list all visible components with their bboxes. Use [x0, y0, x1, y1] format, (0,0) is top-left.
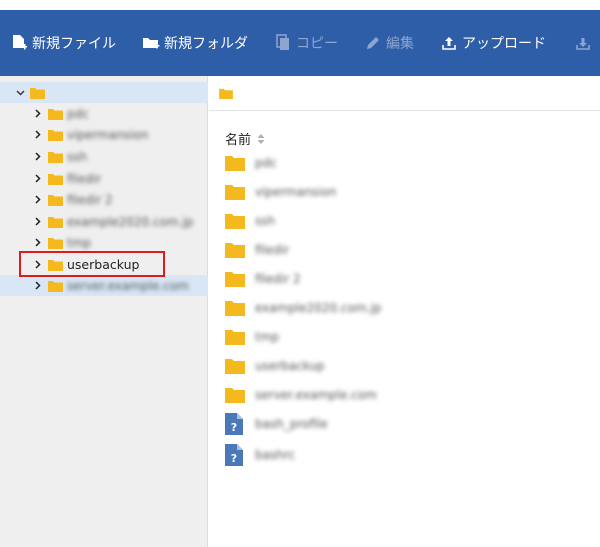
list-item[interactable]: filedir 2: [225, 268, 301, 290]
list-item-label: tmp: [255, 330, 280, 344]
edit-label: 編集: [386, 36, 414, 52]
toolbar: 新規ファイル 新規フォルダ コピー 編集 アップロード: [0, 10, 600, 76]
chevron-right-icon[interactable]: [32, 194, 44, 206]
unknown-file-icon: ?: [225, 413, 243, 435]
copy-icon: [274, 34, 292, 52]
folder-icon: [48, 280, 63, 292]
chevron-right-icon[interactable]: [32, 280, 44, 292]
folder-tree-sidebar: pdc vipermansion ssh filedir filedir 2 e…: [0, 76, 208, 547]
folder-icon: [48, 194, 63, 206]
list-item[interactable]: userbackup: [225, 355, 325, 377]
folder-icon: [225, 243, 245, 258]
list-item[interactable]: ssh: [225, 210, 275, 232]
new-folder-label: 新規フォルダ: [164, 36, 248, 52]
tree-item-label: vipermansion: [67, 127, 149, 142]
upload-icon: [440, 34, 458, 52]
list-item-label: bashrc: [255, 448, 296, 462]
new-folder-icon: [142, 34, 160, 52]
chevron-right-icon[interactable]: [32, 216, 44, 228]
tree-item[interactable]: pdc: [0, 103, 208, 124]
chevron-right-icon[interactable]: [32, 237, 44, 249]
folder-icon: [225, 185, 245, 200]
tree-item[interactable]: tmp: [0, 232, 208, 253]
top-strip: [0, 0, 600, 10]
list-item-label: bash_profile: [255, 417, 328, 431]
copy-label: コピー: [296, 36, 338, 52]
list-item[interactable]: pdc: [225, 152, 277, 174]
tree-root[interactable]: [0, 82, 208, 103]
path-bar: [209, 76, 600, 111]
chevron-right-icon[interactable]: [32, 173, 44, 185]
copy-button[interactable]: コピー: [274, 28, 338, 58]
chevron-right-icon[interactable]: [32, 151, 44, 163]
tree-item-label: server.example.com: [67, 278, 189, 293]
highlight-box: [19, 251, 165, 277]
folder-icon: [225, 388, 245, 403]
folder-icon: [48, 129, 63, 141]
list-item-label: server.example.com: [255, 388, 377, 402]
svg-text:?: ?: [231, 421, 237, 434]
tree-item[interactable]: filedir: [0, 168, 208, 189]
pencil-icon: [364, 34, 382, 52]
new-folder-button[interactable]: 新規フォルダ: [142, 28, 248, 58]
list-item-label: filedir: [255, 243, 290, 257]
chevron-down-icon[interactable]: [14, 87, 26, 99]
folder-icon: [48, 151, 63, 163]
folder-icon: [225, 359, 245, 374]
upload-button[interactable]: アップロード: [440, 28, 546, 58]
tree-item-label: ssh: [67, 149, 88, 164]
folder-icon: [48, 237, 63, 249]
list-item[interactable]: vipermansion: [225, 181, 336, 203]
sort-icon[interactable]: [257, 133, 265, 144]
tree-item-label: pdc: [67, 106, 89, 121]
chevron-right-icon[interactable]: [32, 108, 44, 120]
tree-item-label: example2020.com.jp: [67, 214, 194, 229]
file-list: 名前 pdc vipermansion ssh filedir filedir …: [209, 111, 600, 547]
tree-item[interactable]: filedir 2: [0, 189, 208, 210]
new-file-label: 新規ファイル: [32, 36, 116, 52]
folder-icon: [30, 87, 45, 99]
list-item-label: vipermansion: [255, 185, 337, 199]
unknown-file-icon: ?: [225, 444, 243, 466]
list-item-label: example2020.com.jp: [255, 301, 382, 315]
new-file-icon: [10, 34, 28, 52]
tree-item-label: filedir: [67, 171, 102, 186]
list-item[interactable]: server.example.com: [225, 384, 377, 406]
list-item[interactable]: ? bash_profile: [225, 413, 328, 435]
svg-text:?: ?: [231, 452, 237, 465]
new-file-button[interactable]: 新規ファイル: [10, 28, 116, 58]
download-icon: [574, 34, 592, 52]
tree-item[interactable]: server.example.com: [0, 275, 208, 296]
upload-label: アップロード: [462, 36, 546, 52]
list-item[interactable]: ? bashrc: [225, 444, 295, 466]
folder-icon: [225, 272, 245, 287]
download-button[interactable]: [574, 28, 596, 58]
tree-item[interactable]: example2020.com.jp: [0, 211, 208, 232]
tree-item-label: tmp: [67, 235, 92, 250]
folder-icon: [225, 156, 245, 171]
tree-item[interactable]: ssh: [0, 146, 208, 167]
list-item-label: ssh: [255, 214, 276, 228]
folder-icon: [225, 214, 245, 229]
name-column-header[interactable]: 名前: [225, 129, 265, 148]
tree-item[interactable]: vipermansion: [0, 124, 208, 145]
list-item-label: userbackup: [255, 359, 325, 373]
list-item-label: filedir 2: [255, 272, 301, 286]
folder-icon: [225, 301, 245, 316]
chevron-right-icon[interactable]: [32, 129, 44, 141]
folder-icon[interactable]: [219, 88, 233, 99]
folder-icon: [48, 108, 63, 120]
tree-item-label: filedir 2: [67, 192, 113, 207]
folder-icon: [48, 173, 63, 185]
folder-icon: [225, 330, 245, 345]
name-column-label: 名前: [225, 133, 252, 148]
edit-button[interactable]: 編集: [364, 28, 414, 58]
list-item-label: pdc: [255, 156, 277, 170]
folder-icon: [48, 216, 63, 228]
list-item[interactable]: example2020.com.jp: [225, 297, 381, 319]
list-item[interactable]: tmp: [225, 326, 279, 348]
list-item[interactable]: filedir: [225, 239, 289, 261]
